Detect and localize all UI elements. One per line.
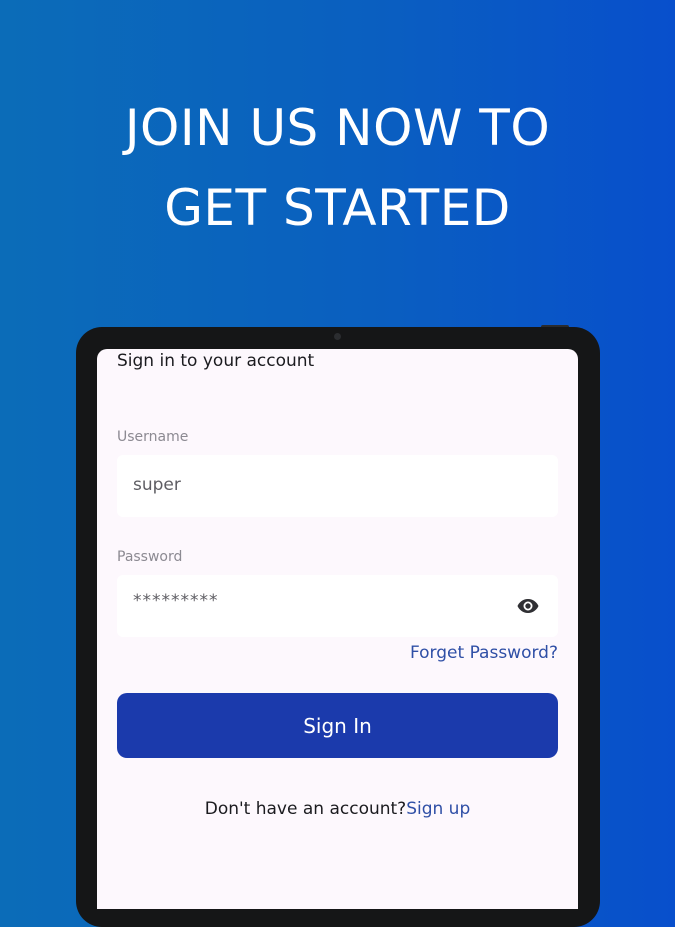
username-label: Username [117, 429, 189, 445]
no-account-text: Don't have an account? [204, 799, 407, 819]
eye-icon[interactable] [516, 594, 540, 618]
username-value: super [133, 475, 181, 495]
tablet-camera [334, 333, 341, 340]
password-label: Password [117, 549, 183, 565]
sign-up-row: Don't have an account?Sign up [97, 799, 578, 819]
sign-in-button[interactable]: Sign In [117, 693, 558, 758]
sign-in-screen: Sign in to your account Username super P… [97, 349, 578, 909]
headline-line-2: GET STARTED [164, 179, 511, 237]
username-field[interactable]: super [117, 455, 558, 517]
password-value: ********* [133, 591, 219, 611]
password-field[interactable]: ********* [117, 575, 558, 637]
promo-headline: JOIN US NOW TO GET STARTED [0, 88, 675, 248]
headline-line-1: JOIN US NOW TO [124, 99, 551, 157]
forgot-password-link[interactable]: Forget Password? [410, 643, 558, 663]
sign-up-link[interactable]: Sign up [406, 799, 470, 819]
form-title: Sign in to your account [117, 351, 315, 371]
